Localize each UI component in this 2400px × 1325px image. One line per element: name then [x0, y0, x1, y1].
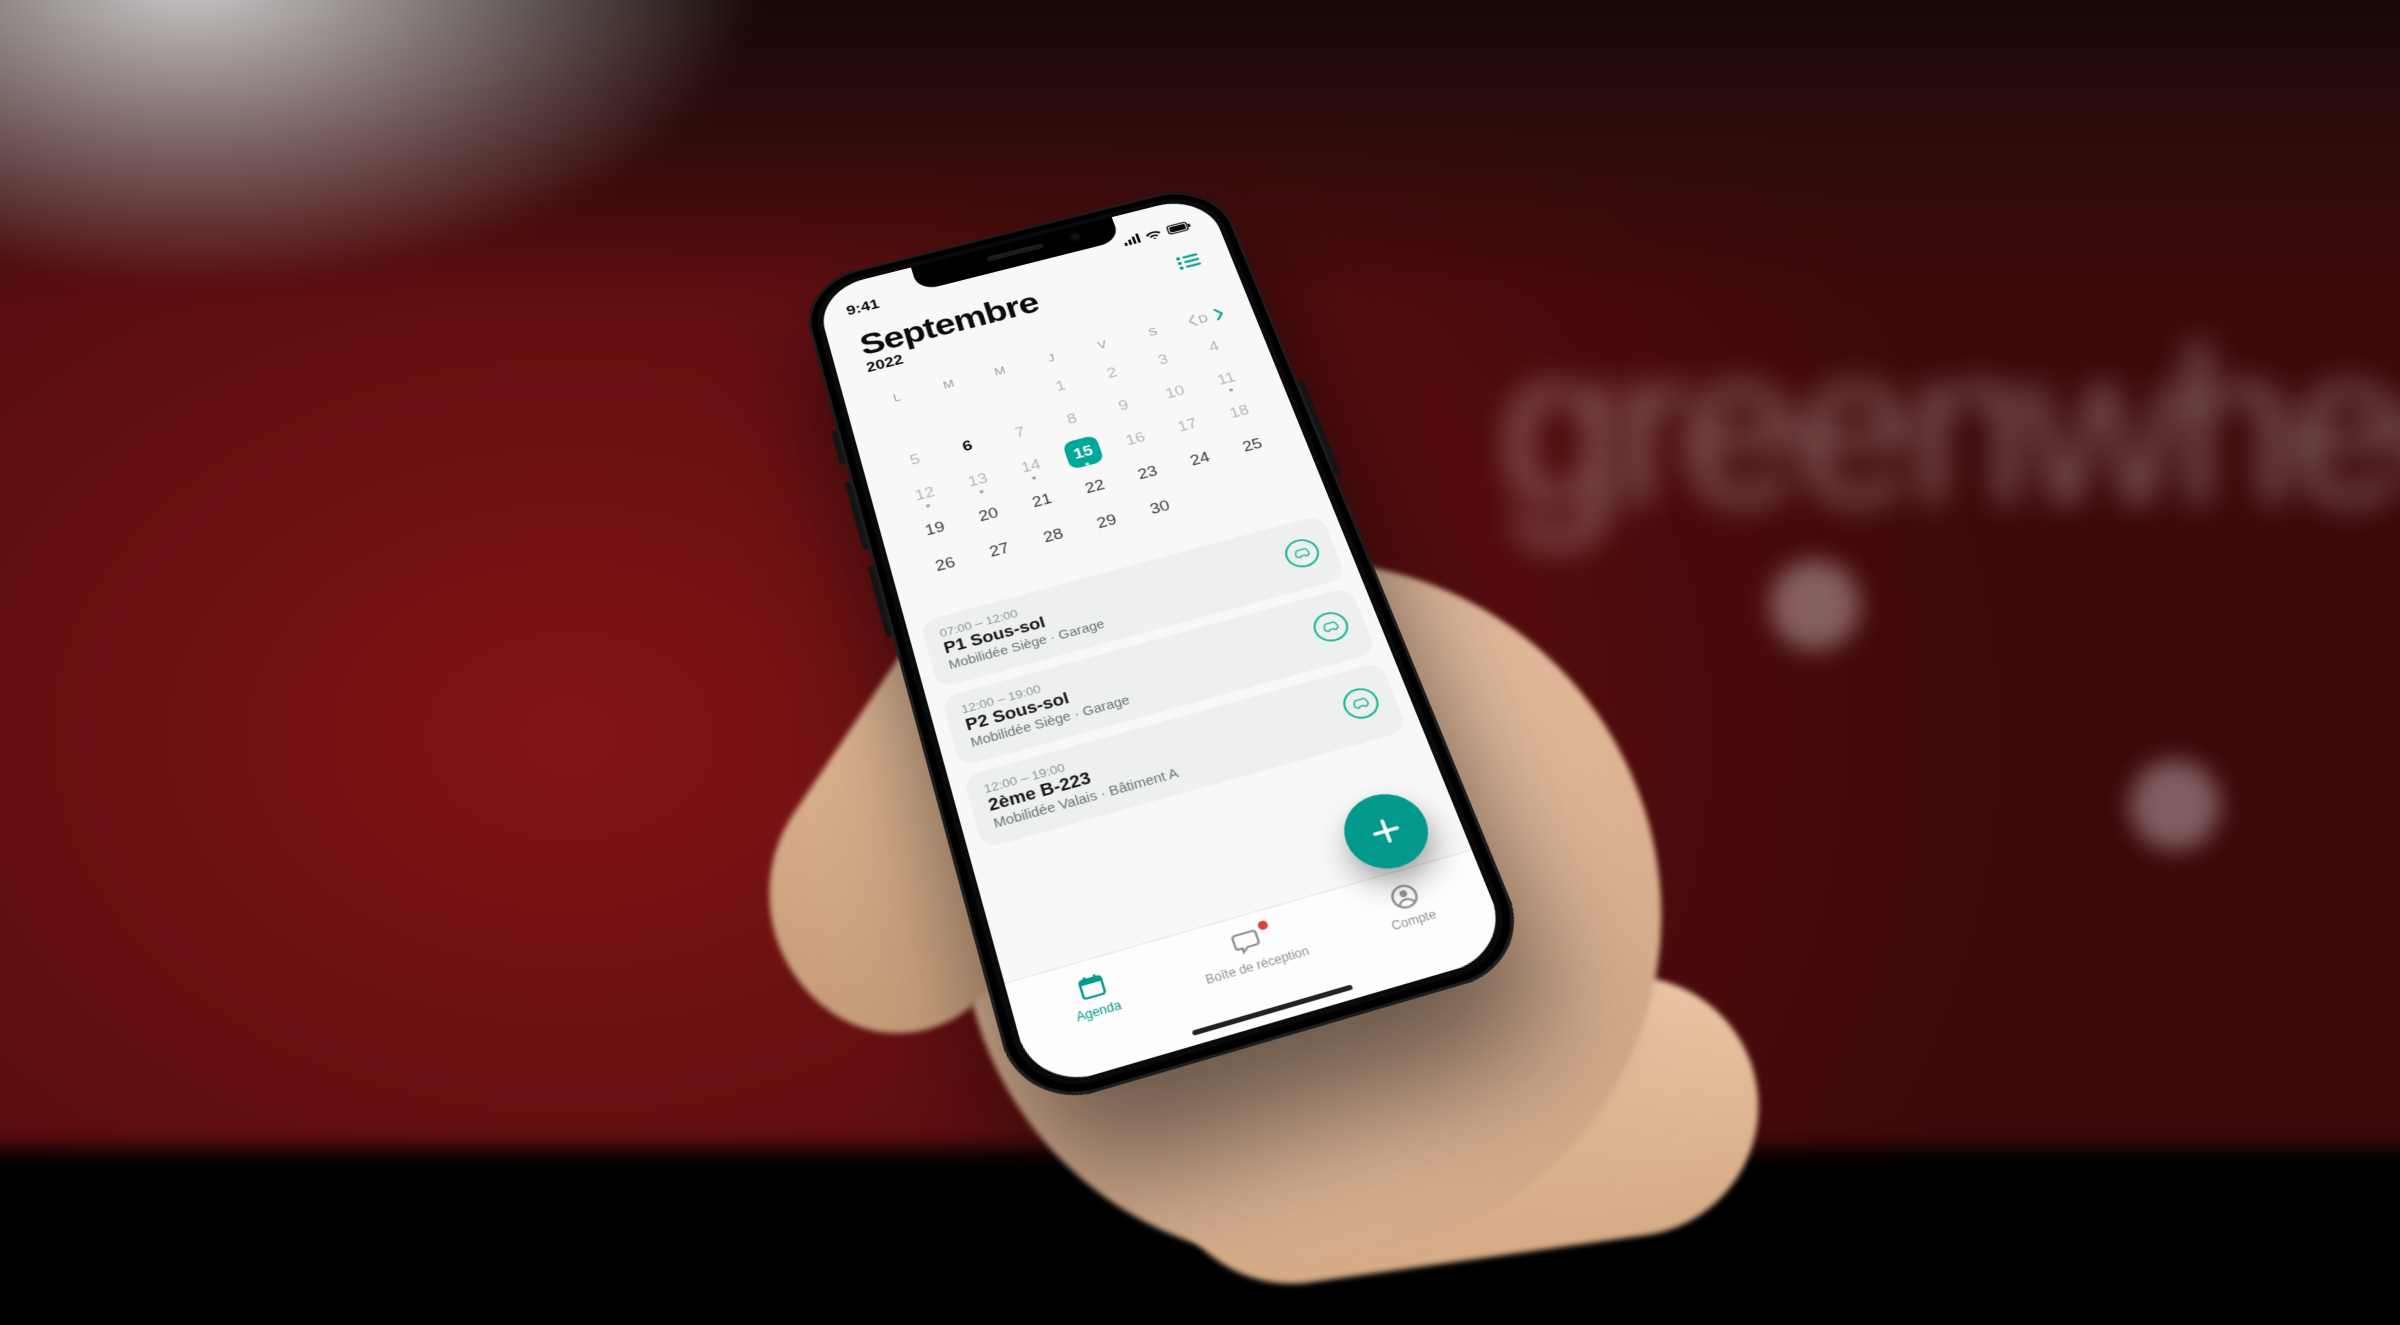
battery-icon: [1165, 220, 1193, 235]
car-icon: [1281, 536, 1324, 571]
calendar-icon: [1074, 969, 1110, 1004]
event-subtitle: Mobilidée Valais · Bâtiment A: [992, 765, 1180, 830]
event-time: 12:00 – 19:00: [982, 732, 1168, 796]
phone-body: 9:41 Septembre 2022: [797, 180, 1536, 1114]
phone-speaker: [986, 243, 1044, 262]
event-title: P1 Sous-sol: [942, 599, 1102, 658]
list-view-toggle[interactable]: [1174, 251, 1205, 275]
event-card[interactable]: 12:00 – 19:00P2 Sous-solMobilidée Siège …: [941, 587, 1376, 766]
event-title: P2 Sous-sol: [964, 674, 1127, 735]
event-time: 12:00 – 19:00: [960, 661, 1121, 716]
phone-volume-down: [867, 565, 892, 638]
tab-bar: Agenda Boîte de réception Compte: [1004, 849, 1513, 1092]
phone-front-camera: [1069, 232, 1082, 242]
event-time: 07:00 – 12:00: [938, 586, 1096, 639]
account-icon: [1386, 880, 1423, 914]
inbox-icon: [1229, 923, 1270, 959]
event-subtitle: Mobilidée Siège · Garage: [947, 617, 1106, 672]
status-time: 9:41: [845, 296, 881, 318]
tab-agenda[interactable]: Agenda: [1008, 950, 1197, 1092]
event-subtitle: Mobilidée Siège · Garage: [969, 693, 1131, 750]
phone: 9:41 Septembre 2022: [797, 180, 1536, 1114]
event-card[interactable]: 12:00 – 19:002ème B-223Mobilidée Valais …: [963, 662, 1407, 848]
tab-inbox[interactable]: Boîte de réception: [1166, 906, 1356, 1045]
tab-label: Boîte de réception: [1204, 944, 1311, 987]
phone-screen: 9:41 Septembre 2022: [814, 194, 1513, 1092]
add-button[interactable]: [1333, 785, 1440, 878]
car-icon: [1309, 609, 1353, 646]
wifi-icon: [1143, 228, 1164, 241]
tab-account[interactable]: Compte: [1323, 861, 1514, 998]
tab-label: Compte: [1389, 907, 1438, 933]
event-title: 2ème B-223: [986, 746, 1175, 815]
notification-dot-icon: [1257, 920, 1269, 931]
car-icon: [1339, 684, 1384, 722]
phone-silent-switch: [831, 430, 846, 465]
phone-volume-up: [845, 481, 869, 551]
tab-label: Agenda: [1075, 998, 1123, 1025]
cellular-icon: [1122, 233, 1141, 246]
home-indicator[interactable]: [1192, 984, 1354, 1036]
